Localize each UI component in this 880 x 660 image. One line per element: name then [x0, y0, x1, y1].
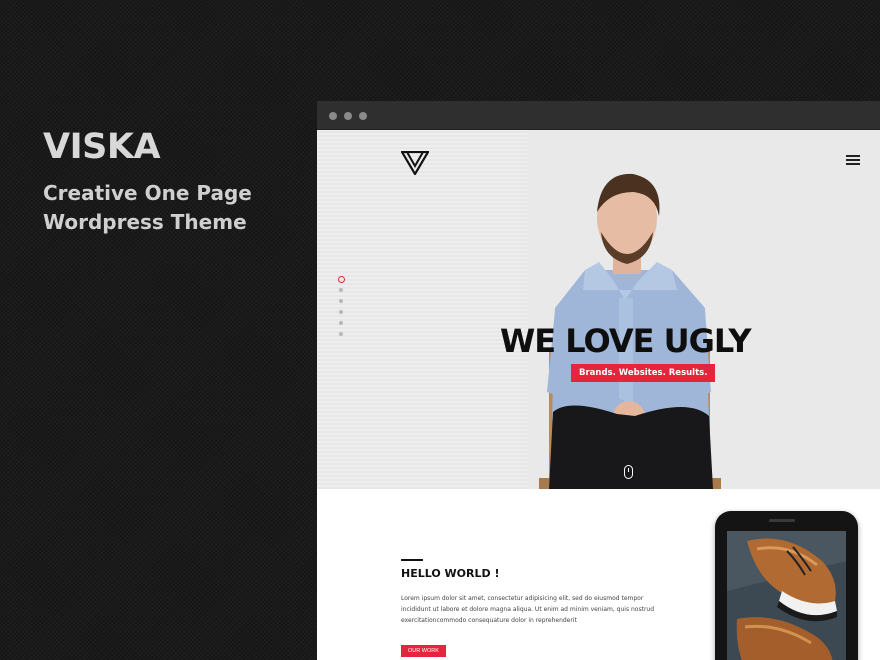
nav-dot[interactable]	[339, 321, 343, 325]
menu-bar	[846, 155, 860, 157]
hero-headline: WE LOVE UGLY	[500, 322, 751, 360]
window-dot-icon	[359, 112, 367, 120]
hero-section: WE LOVE UGLY Brands. Websites. Results.	[317, 130, 880, 489]
nav-dot[interactable]	[339, 332, 343, 336]
promo-title: VISKA	[43, 127, 161, 167]
promo-subtitle-line-1: Creative One Page	[43, 181, 252, 205]
mouse-scroll-icon[interactable]	[624, 465, 633, 479]
heading-rule	[401, 559, 423, 561]
menu-bar	[846, 159, 860, 161]
viska-logo-icon[interactable]	[401, 151, 429, 175]
menu-bar	[846, 163, 860, 165]
shoe-image	[727, 531, 846, 660]
hero-tagline-badge[interactable]: Brands. Websites. Results.	[571, 364, 716, 382]
nav-dot[interactable]	[339, 310, 343, 314]
our-work-button[interactable]: OUR WORK	[401, 645, 446, 657]
promo-subtitle: Creative One Page Wordpress Theme	[43, 179, 303, 237]
window-dot-icon	[329, 112, 337, 120]
promo-block: VISKA Creative One Page Wordpress Theme	[43, 127, 303, 237]
window-dot-icon	[344, 112, 352, 120]
nav-dot-active[interactable]	[337, 276, 345, 283]
phone-screen	[727, 531, 846, 660]
nav-dot[interactable]	[339, 299, 343, 303]
phone-mockup	[715, 511, 858, 660]
browser-mockup: WE LOVE UGLY Brands. Websites. Results. …	[317, 101, 880, 660]
section-body-text: Lorem ipsum dolor sit amet, consectetur …	[401, 595, 655, 624]
about-section: HELLO WORLD ! Lorem ipsum dolor sit amet…	[317, 489, 880, 660]
hero-person-image	[539, 173, 721, 489]
phone-speaker	[769, 519, 795, 522]
browser-title-bar	[317, 101, 880, 130]
nav-dot[interactable]	[339, 288, 343, 292]
hamburger-menu-icon[interactable]	[846, 155, 860, 167]
section-heading: HELLO WORLD !	[401, 567, 500, 580]
section-nav-dots	[337, 276, 345, 343]
promo-subtitle-line-2: Wordpress Theme	[43, 210, 247, 234]
